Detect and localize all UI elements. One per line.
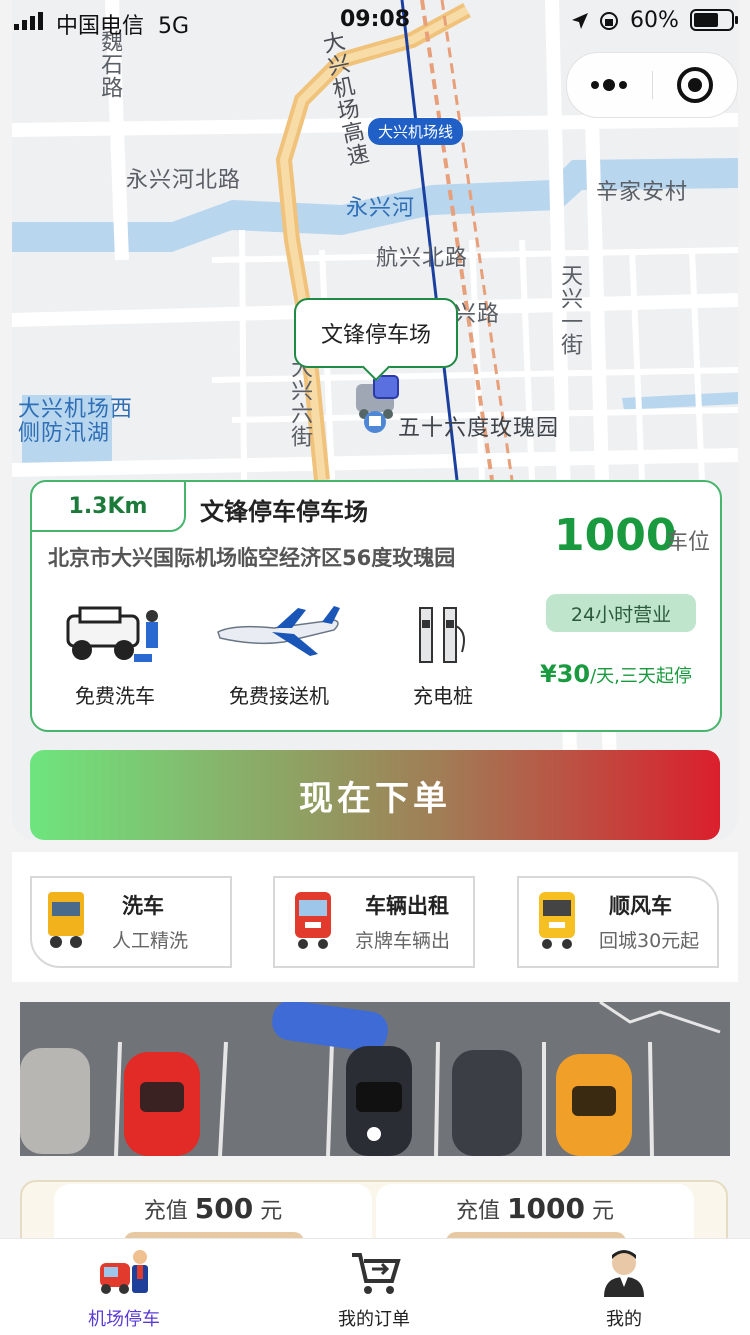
map-label-airport-flood-lake: 大兴机场西侧防汛湖 xyxy=(18,397,134,447)
feature-label: 免费洗车 xyxy=(75,684,155,708)
recharge-prefix: 充值 xyxy=(143,1199,188,1224)
map-label-daxing-sixth-street: 大兴六街 xyxy=(287,356,313,448)
recharge-amount: 500 xyxy=(194,1192,254,1225)
map-label-weishi-road: 魏石路 xyxy=(97,30,123,99)
status-time: 09:08 xyxy=(340,7,411,32)
rotation-lock-icon xyxy=(600,12,618,30)
map-label-rose-garden: 五十六度玫瑰园 xyxy=(398,416,560,441)
capsule-divider xyxy=(652,71,653,99)
metro-line-badge: 大兴机场线 xyxy=(368,118,464,145)
mini-program-capsule xyxy=(566,52,738,118)
space-count: 1000 xyxy=(554,510,677,561)
battery-icon xyxy=(690,9,738,31)
tab-mine[interactable]: 我的 xyxy=(544,1247,704,1331)
tab-airport-parking[interactable]: 机场停车 xyxy=(44,1247,204,1331)
battery-percent: 60% xyxy=(630,8,679,33)
tab-my-orders[interactable]: 我的订单 xyxy=(294,1247,454,1331)
space-unit: 车位 xyxy=(666,530,711,555)
cart-icon xyxy=(352,1253,401,1294)
parking-callout[interactable]: 文锋停车场 xyxy=(294,298,458,368)
service-car-wash[interactable]: 洗车 人工精洗 xyxy=(30,876,232,968)
carrier-text: 中国电信 5G xyxy=(56,14,190,39)
distance-tag: 1.3Km xyxy=(30,480,186,532)
red-bus-icon xyxy=(295,892,331,949)
map-label-xing-road: 兴路 xyxy=(454,302,501,327)
yellow-truck-icon xyxy=(48,892,84,948)
map-label-yongxing-river: 永兴河 xyxy=(346,196,416,221)
feature-label: 充电桩 xyxy=(413,684,473,708)
recharge-suffix: 元 xyxy=(591,1199,614,1224)
airport-parking-icon xyxy=(100,1250,148,1294)
feature-airport-shuttle: 免费接送机 xyxy=(214,602,344,709)
profile-avatar-icon xyxy=(604,1250,644,1297)
close-target-icon[interactable] xyxy=(675,65,715,105)
map-label-hangxing-north-road: 航兴北路 xyxy=(376,246,469,271)
yellow-bus-icon xyxy=(539,892,575,949)
parking-info-card[interactable]: 1.3Km 文锋停车停车场 北京市大兴国际机场临空经济区56度玫瑰园 1000 … xyxy=(30,480,722,732)
service-title: 洗车 xyxy=(122,894,164,918)
service-subtitle: 京牌车辆出 xyxy=(355,930,451,952)
bottom-tab-bar: 机场停车 我的订单 我的 xyxy=(0,1238,750,1335)
banner-indicator-dot[interactable] xyxy=(367,1127,381,1141)
parking-title: 文锋停车停车场 xyxy=(200,498,368,526)
recharge-suffix: 元 xyxy=(260,1199,283,1224)
service-car-rental[interactable]: 车辆出租 京牌车辆出 xyxy=(273,876,475,968)
hours-badge: 24小时营业 xyxy=(546,594,696,632)
more-dots-icon[interactable] xyxy=(589,75,629,95)
poi-icon xyxy=(364,411,386,433)
feature-charging-pile: 充电桩 xyxy=(408,602,478,709)
service-subtitle: 回城30元起 xyxy=(599,930,700,952)
feature-car-wash: 免费洗车 xyxy=(60,602,170,709)
price-info: ¥30/天,三天起停 xyxy=(540,660,692,688)
status-bar: 中国电信 5G 09:08 60% xyxy=(0,0,750,40)
map-label-xinjia-village: 辛家安村 xyxy=(596,180,689,205)
tab-label: 我的订单 xyxy=(338,1309,410,1330)
service-ride-share[interactable]: 顺风车 回城30元起 xyxy=(517,876,719,968)
parking-address: 北京市大兴国际机场临空经济区56度玫瑰园 xyxy=(48,546,456,570)
feature-label: 免费接送机 xyxy=(229,684,329,708)
services-row: 洗车 人工精洗 车辆出租 京牌车辆出 顺风车 回城30元起 xyxy=(12,852,738,982)
charging-pile-icon xyxy=(419,607,465,663)
map-label-yongxing-north-road: 永兴河北路 xyxy=(126,168,242,193)
price-unit: /天,三天起停 xyxy=(590,666,692,687)
map-label-daxing-first-street: 天兴一街 xyxy=(557,264,583,356)
order-now-button[interactable]: 现在下单 xyxy=(30,750,720,840)
recharge-prefix: 充值 xyxy=(456,1199,501,1224)
service-subtitle: 人工精洗 xyxy=(112,930,189,952)
service-title: 顺风车 xyxy=(609,894,672,918)
recharge-amount: 1000 xyxy=(507,1192,585,1225)
location-arrow-icon xyxy=(572,13,588,29)
car-wash-icon xyxy=(66,606,158,662)
price-amount: ¥30 xyxy=(540,660,591,688)
signal-icon xyxy=(14,12,43,30)
tab-label: 我的 xyxy=(606,1309,642,1330)
tab-label: 机场停车 xyxy=(88,1309,160,1330)
service-title: 车辆出租 xyxy=(365,894,449,918)
airplane-icon xyxy=(217,606,340,656)
